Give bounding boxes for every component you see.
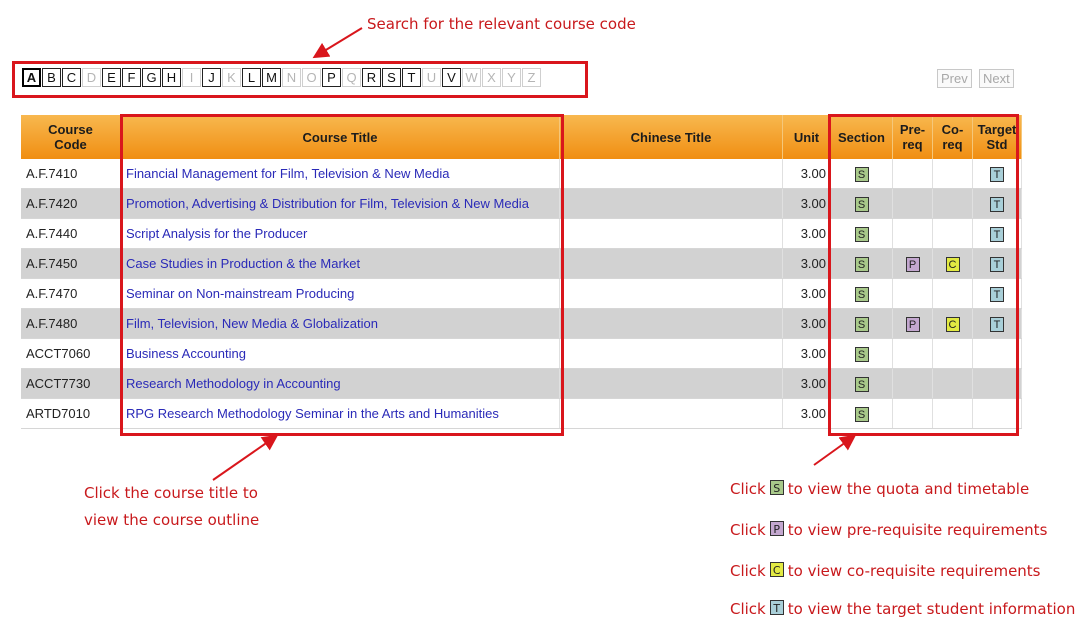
letter-filter-j[interactable]: J — [202, 68, 221, 87]
course-code-cell: A.F.7440 — [21, 218, 121, 249]
alphabet-filter: ABCDEFGHIJKLMNOPQRSTUVWXYZ — [22, 68, 541, 87]
title-hint-arrow — [212, 434, 279, 481]
unit-cell: 3.00 — [782, 278, 831, 309]
course-code-cell: ACCT7060 — [21, 338, 121, 369]
legend-description: to view the quota and timetable — [787, 480, 1030, 498]
letter-filter-h[interactable]: H — [162, 68, 181, 87]
chinese-title-cell — [559, 338, 783, 369]
section-legend-icon: S — [769, 480, 784, 495]
letter-filter-v[interactable]: V — [442, 68, 461, 87]
course-title-column-highlight — [120, 114, 564, 436]
next-button[interactable]: Next — [979, 69, 1014, 88]
letter-filter-l[interactable]: L — [242, 68, 261, 87]
letter-filter-x: X — [482, 68, 501, 87]
letter-filter-d: D — [82, 68, 101, 87]
chinese-title-cell — [559, 248, 783, 279]
letter-filter-i: I — [182, 68, 201, 87]
course-code-cell: ACCT7730 — [21, 368, 121, 399]
letter-filter-z: Z — [522, 68, 541, 87]
course-code-cell: ARTD7010 — [21, 398, 121, 429]
title-hint-line2: view the course outline — [84, 511, 260, 529]
letter-filter-g[interactable]: G — [142, 68, 161, 87]
letter-filter-a[interactable]: A — [22, 68, 41, 87]
course-code-cell: A.F.7410 — [21, 159, 121, 189]
legend-click-label: Click — [730, 521, 766, 539]
letter-filter-y: Y — [502, 68, 521, 87]
letter-filter-b[interactable]: B — [42, 68, 61, 87]
letter-filter-c[interactable]: C — [62, 68, 81, 87]
course-code-cell: A.F.7480 — [21, 308, 121, 339]
legend-description: to view co-requisite requirements — [787, 562, 1041, 580]
chinese-title-cell — [559, 218, 783, 249]
header-course-code: Course Code — [21, 115, 121, 159]
letter-filter-r[interactable]: R — [362, 68, 381, 87]
unit-cell: 3.00 — [782, 338, 831, 369]
legend-item: Click Cto view co-requisite requirements — [730, 562, 1041, 580]
unit-cell: 3.00 — [782, 398, 831, 429]
course-code-cell: A.F.7470 — [21, 278, 121, 309]
letter-filter-k: K — [222, 68, 241, 87]
letter-filter-t[interactable]: T — [402, 68, 421, 87]
letter-filter-o: O — [302, 68, 321, 87]
unit-cell: 3.00 — [782, 188, 831, 219]
chinese-title-cell — [559, 368, 783, 399]
unit-cell: 3.00 — [782, 368, 831, 399]
title-hint-line1: Click the course title to — [84, 484, 258, 502]
legend-description: to view the target student information — [787, 600, 1076, 618]
legend-arrow — [813, 434, 857, 466]
unit-cell: 3.00 — [782, 308, 831, 339]
legend-item: Click Pto view pre-requisite requirements — [730, 521, 1047, 539]
letter-filter-u: U — [422, 68, 441, 87]
header-chinese-title: Chinese Title — [559, 115, 783, 159]
letter-filter-e[interactable]: E — [102, 68, 121, 87]
legend-click-label: Click — [730, 600, 766, 618]
chinese-title-cell — [559, 398, 783, 429]
letter-filter-w: W — [462, 68, 481, 87]
legend-item: Click Tto view the target student informa… — [730, 600, 1075, 618]
header-unit: Unit — [782, 115, 831, 159]
letter-filter-f[interactable]: F — [122, 68, 141, 87]
coreq-legend-icon: C — [769, 562, 784, 577]
unit-cell: 3.00 — [782, 218, 831, 249]
course-code-cell: A.F.7450 — [21, 248, 121, 279]
chinese-title-cell — [559, 278, 783, 309]
letter-filter-n: N — [282, 68, 301, 87]
legend-description: to view pre-requisite requirements — [787, 521, 1048, 539]
legend-click-label: Click — [730, 480, 766, 498]
icon-columns-highlight — [828, 114, 1019, 436]
letter-filter-q: Q — [342, 68, 361, 87]
legend-item: Click Sto view the quota and timetable — [730, 480, 1029, 498]
prev-button[interactable]: Prev — [937, 69, 972, 88]
letter-filter-m[interactable]: M — [262, 68, 281, 87]
unit-cell: 3.00 — [782, 159, 831, 189]
course-code-cell: A.F.7420 — [21, 188, 121, 219]
letter-filter-s[interactable]: S — [382, 68, 401, 87]
unit-cell: 3.00 — [782, 248, 831, 279]
chinese-title-cell — [559, 188, 783, 219]
prereq-legend-icon: P — [769, 521, 784, 536]
letter-filter-p[interactable]: P — [322, 68, 341, 87]
chinese-title-cell — [559, 308, 783, 339]
legend-click-label: Click — [730, 562, 766, 580]
target-std-legend-icon: T — [769, 600, 784, 615]
chinese-title-cell — [559, 159, 783, 189]
search-hint-arrow — [312, 27, 363, 59]
